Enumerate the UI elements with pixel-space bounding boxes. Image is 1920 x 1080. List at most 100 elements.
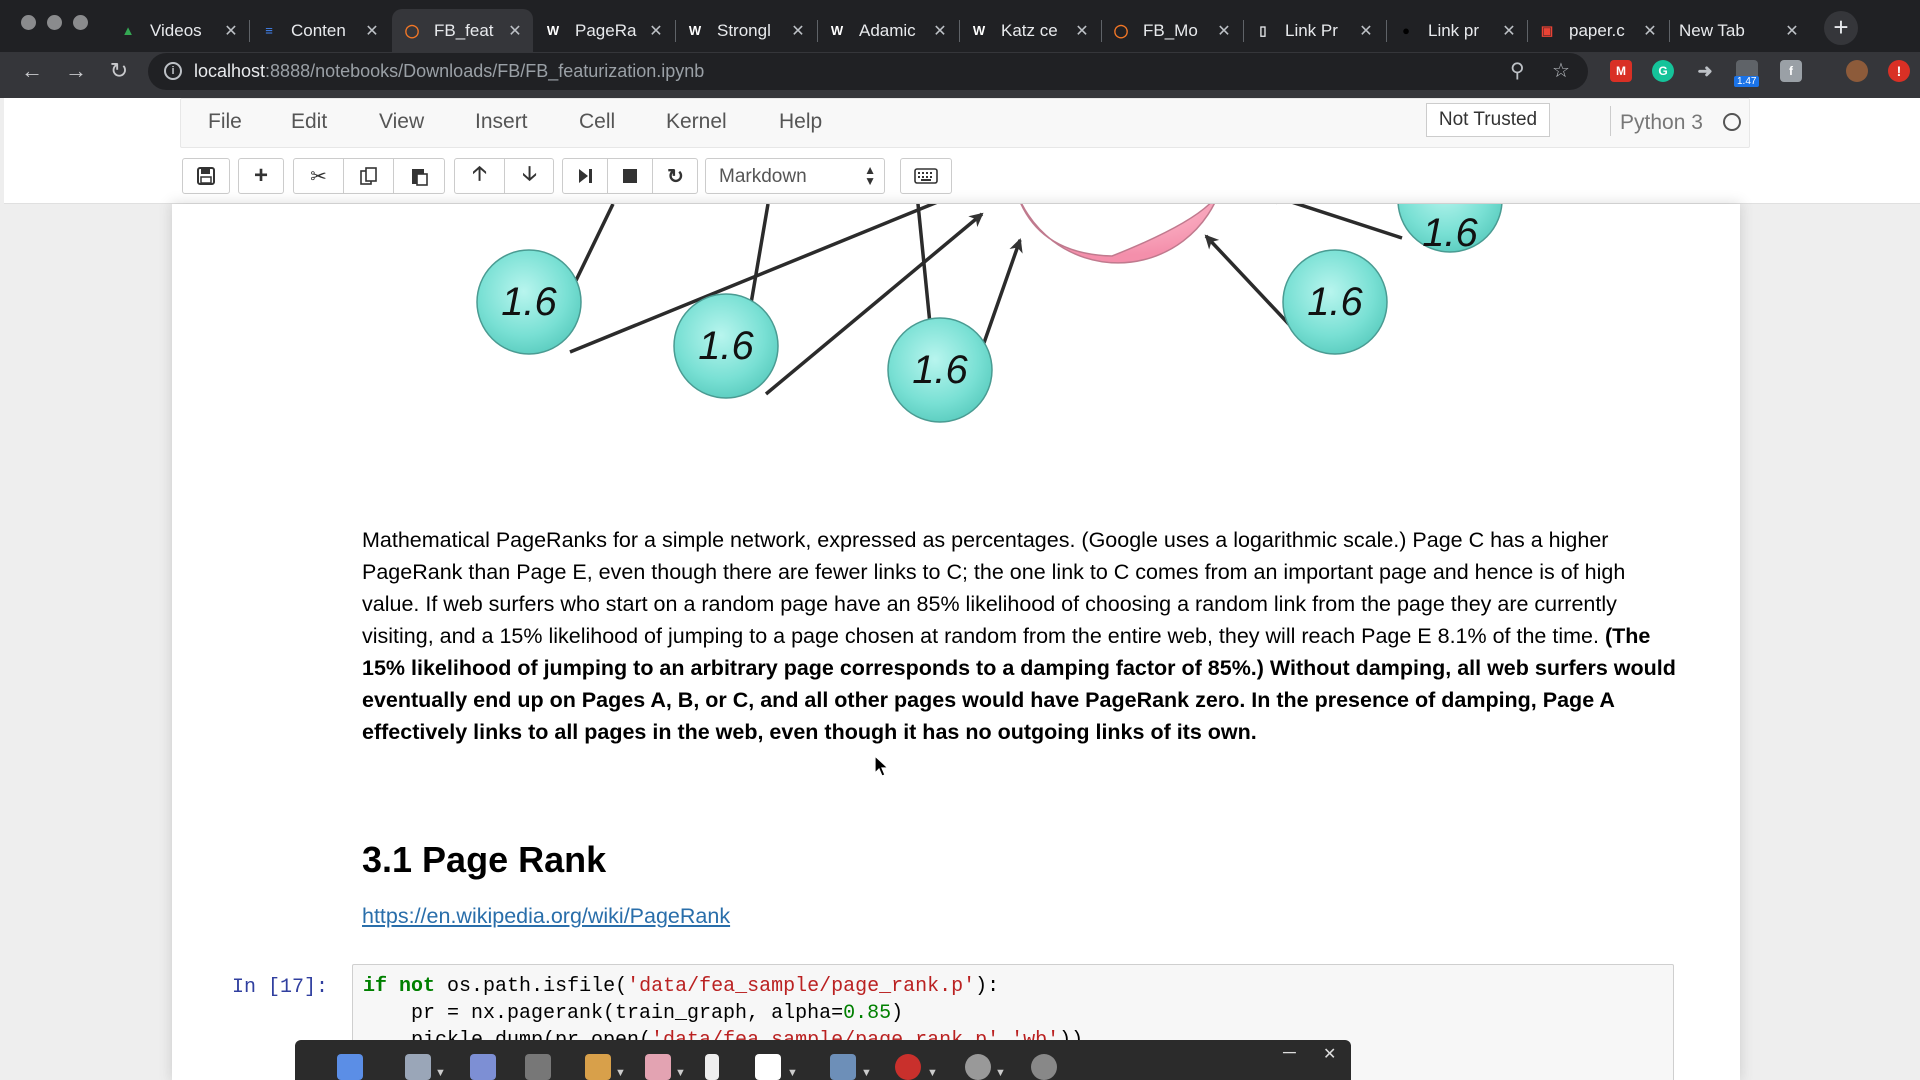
eraser-tool-icon[interactable] (645, 1054, 671, 1080)
browser-tab[interactable]: W Adamic ✕ (817, 9, 958, 52)
browser-tab[interactable]: New Tab ✕ (1669, 9, 1810, 52)
tab-close-icon[interactable]: ✕ (364, 21, 380, 41)
forward-extension-icon[interactable]: ➜ (1694, 60, 1716, 82)
site-info-icon[interactable]: i (164, 62, 182, 80)
update-alert-icon[interactable]: ! (1888, 60, 1910, 82)
wikipedia-icon: W (688, 23, 702, 38)
webcam-icon[interactable] (965, 1054, 991, 1080)
move-down-icon[interactable]: 🡣 (505, 159, 554, 193)
shape-tool-icon[interactable] (470, 1054, 496, 1080)
menu-cell[interactable]: Cell (579, 110, 615, 134)
browser-tab[interactable]: ▣ paper.c ✕ (1527, 9, 1668, 52)
interrupt-kernel-icon[interactable] (608, 159, 653, 193)
not-trusted-indicator[interactable]: Not Trusted (1426, 103, 1550, 137)
browser-tab[interactable]: ▯ Link Pr ✕ (1243, 9, 1384, 52)
menu-kernel[interactable]: Kernel (666, 110, 727, 134)
reload-icon[interactable]: ↻ (103, 55, 135, 87)
facebook-extension-icon[interactable]: f (1780, 60, 1802, 82)
record-icon[interactable] (895, 1054, 921, 1080)
window-close-dot[interactable] (21, 15, 36, 30)
tab-separator (817, 20, 818, 42)
tab-close-icon[interactable]: ✕ (507, 21, 523, 41)
tab-title: Link pr (1428, 20, 1480, 40)
browser-tab[interactable]: W PageRa ✕ (533, 9, 674, 52)
browser-tab[interactable]: W Katz ce ✕ (959, 9, 1100, 52)
menu-edit[interactable]: Edit (291, 110, 327, 134)
address-bar[interactable]: i localhost:8888/notebooks/Downloads/FB/… (148, 53, 1588, 90)
dropdown-icon[interactable]: ▼ (675, 1067, 686, 1079)
tab-title: FB_feat (434, 20, 494, 40)
cell-type-select[interactable]: Markdown ▲ ▼ (705, 158, 885, 194)
tab-close-icon[interactable]: ✕ (1642, 21, 1658, 41)
extension-badge-count: 1.47 (1734, 76, 1760, 87)
restart-kernel-icon[interactable]: ↻ (653, 159, 698, 193)
forward-icon[interactable]: → (60, 55, 92, 87)
star-tool-icon[interactable] (337, 1054, 363, 1080)
google-drive-icon: ▲ (121, 23, 135, 38)
grammarly-extension-icon[interactable]: G (1652, 60, 1674, 82)
close-icon[interactable]: ✕ (1323, 1044, 1336, 1064)
tab-close-icon[interactable]: ✕ (1074, 21, 1090, 41)
insert-cell-icon[interactable]: + (238, 158, 284, 194)
dropdown-icon[interactable]: ▼ (787, 1067, 798, 1079)
gmail-extension-icon[interactable]: M (1610, 60, 1632, 82)
browser-tab[interactable]: ◯ FB_feat ✕ (392, 9, 533, 52)
tab-separator (1386, 20, 1387, 42)
tab-close-icon[interactable]: ✕ (790, 21, 806, 41)
menu-insert[interactable]: Insert (475, 110, 528, 134)
minimize-icon[interactable]: ─ (1283, 1042, 1296, 1063)
pencil-tool-icon[interactable] (585, 1054, 611, 1080)
browser-tab[interactable]: ▲ Videos ✕ (108, 9, 249, 52)
zoom-icon[interactable]: ⚲ (1510, 58, 1525, 83)
document-icon: ▯ (1259, 22, 1267, 38)
tab-close-icon[interactable]: ✕ (932, 21, 948, 41)
tab-close-icon[interactable]: ✕ (223, 21, 239, 41)
browser-tab[interactable]: ◯ FB_Mo ✕ (1101, 9, 1242, 52)
figure-caption: Mathematical PageRanks for a simple netw… (362, 524, 1682, 748)
menu-help[interactable]: Help (779, 110, 822, 134)
dropdown-icon[interactable]: ▼ (615, 1067, 626, 1079)
tab-close-icon[interactable]: ✕ (1358, 21, 1374, 41)
bookmark-star-icon[interactable]: ☆ (1552, 58, 1570, 83)
dropdown-icon[interactable]: ▼ (995, 1067, 1006, 1079)
fill-tool-icon[interactable] (525, 1054, 551, 1080)
tab-close-icon[interactable]: ✕ (1501, 21, 1517, 41)
tab-close-icon[interactable]: ✕ (648, 21, 664, 41)
tab-separator (1101, 20, 1102, 42)
new-tab-button[interactable]: + (1824, 11, 1858, 45)
tab-close-icon[interactable]: ✕ (1784, 21, 1800, 41)
wikipedia-pagerank-link[interactable]: https://en.wikipedia.org/wiki/PageRank (362, 904, 730, 929)
window-minimize-dot[interactable] (47, 15, 62, 30)
browser-tab[interactable]: W Strongl ✕ (675, 9, 816, 52)
keyboard-shortcuts-icon[interactable] (900, 158, 952, 194)
pointer-tool-icon[interactable] (705, 1054, 719, 1080)
dropdown-icon[interactable]: ▼ (927, 1067, 938, 1079)
dropdown-icon[interactable]: ▼ (861, 1067, 872, 1079)
paste-icon[interactable] (394, 159, 444, 193)
move-up-icon[interactable]: 🡡 (455, 159, 505, 193)
caption-text: Mathematical PageRanks for a simple netw… (362, 528, 1626, 648)
tab-title: Videos (150, 20, 202, 40)
back-icon[interactable]: ← (16, 55, 48, 87)
copy-icon[interactable] (344, 159, 394, 193)
cut-icon[interactable]: ✂ (294, 159, 344, 193)
highlighter-tool-icon[interactable] (830, 1054, 856, 1080)
tab-title: Link Pr (1285, 20, 1338, 40)
tab-title: FB_Mo (1143, 20, 1198, 40)
menu-file[interactable]: File (208, 110, 242, 134)
tool-icon[interactable] (405, 1054, 431, 1080)
dropdown-icon[interactable]: ▼ (435, 1067, 446, 1079)
save-icon[interactable] (182, 158, 230, 194)
tab-separator (1243, 20, 1244, 42)
browser-tab[interactable]: ≡ Conten ✕ (249, 9, 390, 52)
tab-title: PageRa (575, 20, 637, 40)
run-cell-icon[interactable] (563, 159, 608, 193)
graph-nodes: 1.6 1.6 1.6 1.6 1.6 (476, 204, 1503, 423)
profile-avatar[interactable] (1846, 60, 1868, 82)
browser-tab[interactable]: ● Link pr ✕ (1386, 9, 1527, 52)
window-maximize-dot[interactable] (73, 15, 88, 30)
rectangle-tool-icon[interactable] (755, 1054, 781, 1080)
gear-icon[interactable] (1031, 1054, 1057, 1080)
menu-view[interactable]: View (379, 110, 424, 134)
tab-close-icon[interactable]: ✕ (1216, 21, 1232, 41)
